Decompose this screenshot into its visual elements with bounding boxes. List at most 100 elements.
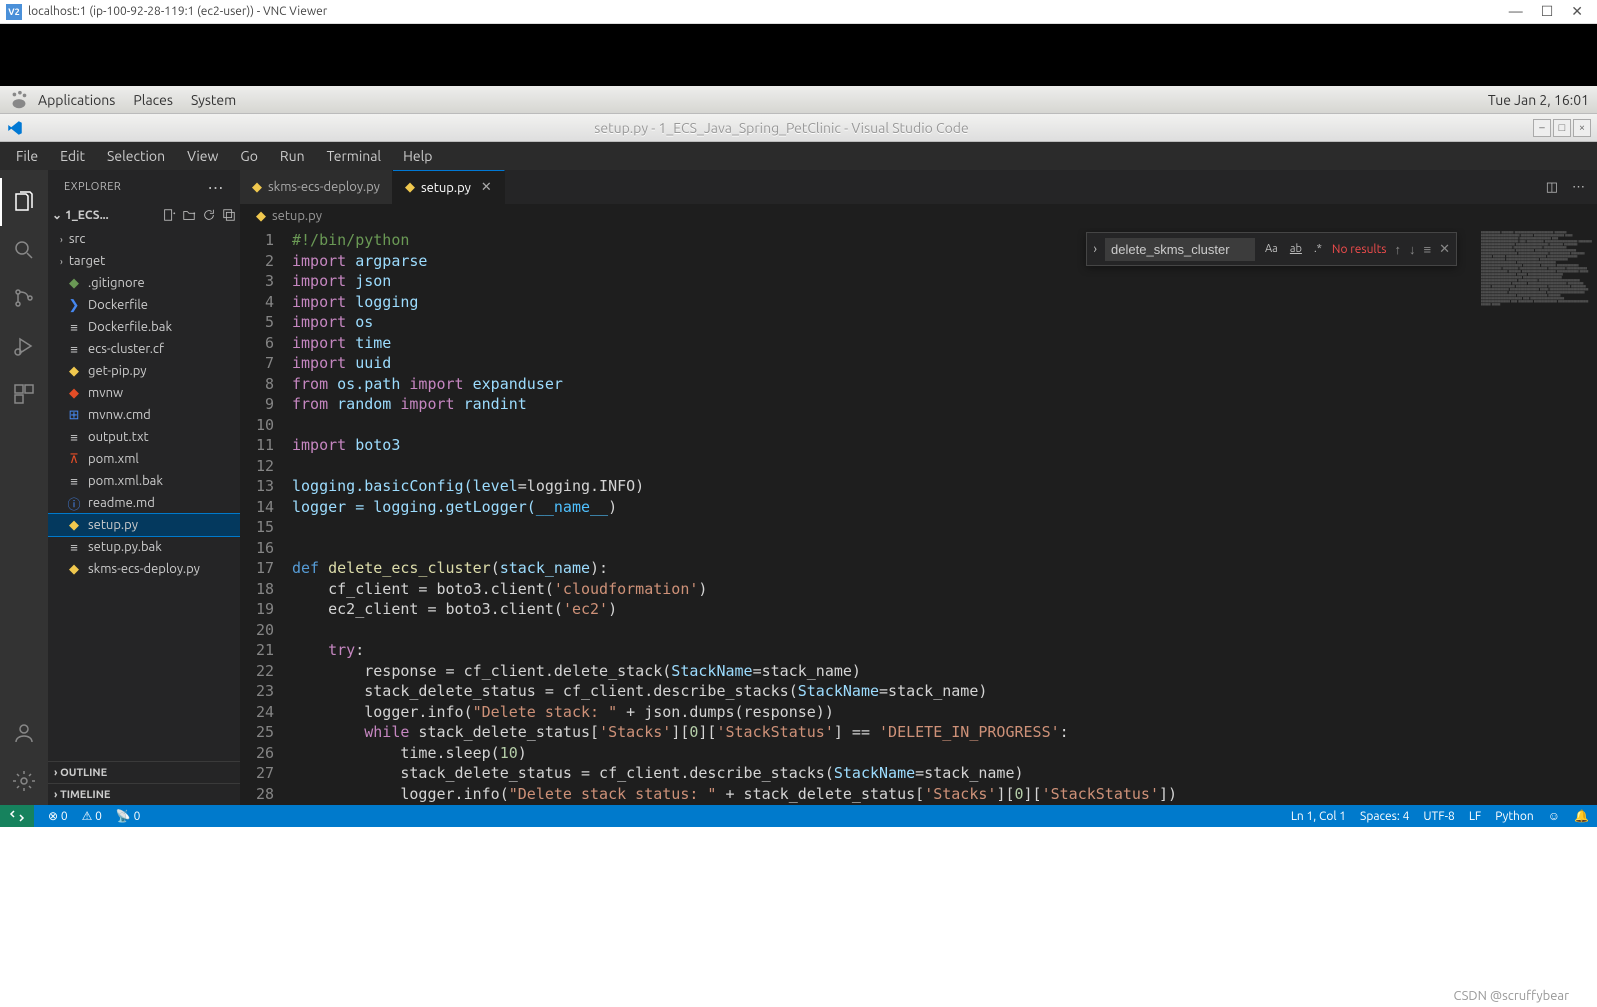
file-tree-item[interactable]: ≡output.txt xyxy=(48,426,240,448)
file-tree-item[interactable]: ◆mvnw xyxy=(48,382,240,404)
find-close-icon[interactable]: ✕ xyxy=(1439,242,1450,257)
file-tree-item[interactable]: ◆.gitignore xyxy=(48,272,240,294)
tab[interactable]: ◆setup.py✕ xyxy=(393,170,505,204)
window-title: setup.py - 1_ECS_Java_Spring_PetClinic -… xyxy=(30,120,1533,136)
vnc-title: localhost:1 (ip-100-92-28-119:1 (ec2-use… xyxy=(28,5,1509,18)
gnome-menu-places[interactable]: Places xyxy=(133,92,173,108)
more-actions-icon[interactable]: ⋯ xyxy=(1572,180,1585,195)
status-feedback-icon[interactable]: ☺ xyxy=(1548,809,1560,823)
folder-header[interactable]: ⌄ 1_ECS... xyxy=(48,204,240,226)
menubar: FileEditSelectionViewGoRunTerminalHelp xyxy=(0,142,1597,170)
vscode-icon xyxy=(6,119,24,137)
find-next-icon[interactable]: ↓ xyxy=(1409,242,1416,257)
file-tree-item[interactable]: ◆setup.py xyxy=(48,514,240,536)
find-selection-icon[interactable]: ≡ xyxy=(1424,242,1432,257)
activity-extensions[interactable] xyxy=(0,370,48,418)
status-spaces[interactable]: Spaces: 4 xyxy=(1360,810,1409,823)
menu-help[interactable]: Help xyxy=(393,144,442,168)
find-results: No results xyxy=(1332,243,1387,256)
vnc-titlebar: V2 localhost:1 (ip-100-92-28-119:1 (ec2-… xyxy=(0,0,1597,24)
new-folder-icon[interactable] xyxy=(182,208,196,222)
find-input[interactable] xyxy=(1105,238,1255,261)
refresh-icon[interactable] xyxy=(202,208,216,222)
file-tree-item[interactable]: ›src xyxy=(48,228,240,250)
win-minimize[interactable]: – xyxy=(1533,119,1551,137)
gnome-panel: Applications Places System Tue Jan 2, 16:0… xyxy=(0,86,1597,114)
status-lang[interactable]: Python xyxy=(1495,810,1534,823)
activity-account[interactable] xyxy=(0,709,48,757)
clock[interactable]: Tue Jan 2, 16:01 xyxy=(1488,92,1589,108)
explorer-title: EXPLORER xyxy=(64,181,121,193)
gnome-menu-applications[interactable]: Applications xyxy=(38,92,115,108)
activity-debug[interactable] xyxy=(0,322,48,370)
file-tree-item[interactable]: ⊞mvnw.cmd xyxy=(48,404,240,426)
file-tree-item[interactable]: ◆get-pip.py xyxy=(48,360,240,382)
maximize-button[interactable]: ☐ xyxy=(1541,3,1554,20)
collapse-icon[interactable] xyxy=(222,208,236,222)
file-tree-item[interactable]: ⊼pom.xml xyxy=(48,448,240,470)
remote-indicator[interactable] xyxy=(0,805,34,827)
statusbar: ⊗ 0 ⚠ 0 📡 0 Ln 1, Col 1 Spaces: 4 UTF-8 … xyxy=(0,805,1597,827)
find-prev-icon[interactable]: ↑ xyxy=(1395,242,1402,257)
page-whitespace xyxy=(0,827,1597,1007)
match-case-icon[interactable]: Aa xyxy=(1263,241,1280,257)
watermark: CSDN @scruffybear xyxy=(1454,989,1570,1003)
find-toggle-icon[interactable]: › xyxy=(1093,242,1097,256)
activity-explorer[interactable] xyxy=(0,178,48,226)
status-eol[interactable]: LF xyxy=(1469,810,1481,823)
explorer-more-icon[interactable]: ⋯ xyxy=(208,178,225,197)
vnc-letterbox xyxy=(0,24,1597,86)
minimap[interactable]: ████████████████ ██████████ ████████████… xyxy=(1477,228,1597,805)
outline-section[interactable]: › OUTLINE xyxy=(48,761,240,783)
menu-view[interactable]: View xyxy=(177,144,228,168)
new-file-icon[interactable] xyxy=(162,208,176,222)
gnome-foot-icon xyxy=(8,89,30,111)
activity-settings[interactable] xyxy=(0,757,48,805)
tabs: ◆skms-ecs-deploy.py◆setup.py✕ ◫ ⋯ xyxy=(240,170,1597,204)
split-editor-icon[interactable]: ◫ xyxy=(1546,180,1558,195)
menu-selection[interactable]: Selection xyxy=(97,144,175,168)
menu-go[interactable]: Go xyxy=(230,144,267,168)
file-tree-item[interactable]: ≡Dockerfile.bak xyxy=(48,316,240,338)
vscode-titlebar: setup.py - 1_ECS_Java_Spring_PetClinic -… xyxy=(0,114,1597,142)
activity-bar xyxy=(0,170,48,805)
minimize-button[interactable]: — xyxy=(1509,3,1523,20)
chevron-down-icon: ⌄ xyxy=(52,208,62,222)
file-tree-item[interactable]: ❯Dockerfile xyxy=(48,294,240,316)
whole-word-icon[interactable]: ab xyxy=(1288,241,1304,257)
file-tree-item[interactable]: ◆skms-ecs-deploy.py xyxy=(48,558,240,580)
tab-close-icon[interactable]: ✕ xyxy=(481,180,492,195)
gnome-menu-system[interactable]: System xyxy=(191,92,236,108)
menu-terminal[interactable]: Terminal xyxy=(317,144,392,168)
status-cursor[interactable]: Ln 1, Col 1 xyxy=(1291,810,1346,823)
find-widget: › Aa ab .* No results ↑ ↓ ≡ ✕ xyxy=(1086,232,1457,266)
file-tree-item[interactable]: ⓘreadme.md xyxy=(48,492,240,514)
editor: ◆skms-ecs-deploy.py◆setup.py✕ ◫ ⋯ ◆ setu… xyxy=(240,170,1597,805)
status-warnings[interactable]: ⚠ 0 xyxy=(82,809,102,823)
menu-edit[interactable]: Edit xyxy=(50,144,95,168)
win-maximize[interactable]: □ xyxy=(1553,119,1571,137)
win-close[interactable]: × xyxy=(1573,119,1591,137)
file-tree-item[interactable]: ›target xyxy=(48,250,240,272)
code-content[interactable]: #!/bin/python import argparse import jso… xyxy=(292,228,1477,805)
close-button[interactable]: ✕ xyxy=(1571,3,1583,20)
status-bell-icon[interactable]: 🔔 xyxy=(1574,809,1589,823)
menu-file[interactable]: File xyxy=(6,144,48,168)
menu-run[interactable]: Run xyxy=(270,144,315,168)
status-ports[interactable]: 📡 0 xyxy=(116,809,140,823)
python-icon: ◆ xyxy=(256,209,266,224)
status-encoding[interactable]: UTF-8 xyxy=(1423,810,1454,823)
tab[interactable]: ◆skms-ecs-deploy.py xyxy=(240,170,393,204)
activity-search[interactable] xyxy=(0,226,48,274)
timeline-section[interactable]: › TIMELINE xyxy=(48,783,240,805)
file-tree-item[interactable]: ≡pom.xml.bak xyxy=(48,470,240,492)
line-numbers: 1 2 3 4 5 6 7 8 9 10 11 12 13 14 15 16 1… xyxy=(240,228,292,805)
file-tree-item[interactable]: ≡ecs-cluster.cf xyxy=(48,338,240,360)
status-errors[interactable]: ⊗ 0 xyxy=(48,809,68,823)
breadcrumb[interactable]: ◆ setup.py xyxy=(240,204,1597,228)
vnc-icon: V2 xyxy=(6,4,22,20)
activity-scm[interactable] xyxy=(0,274,48,322)
regex-icon[interactable]: .* xyxy=(1312,241,1324,257)
folder-name: 1_ECS... xyxy=(65,209,109,222)
file-tree-item[interactable]: ≡setup.py.bak xyxy=(48,536,240,558)
